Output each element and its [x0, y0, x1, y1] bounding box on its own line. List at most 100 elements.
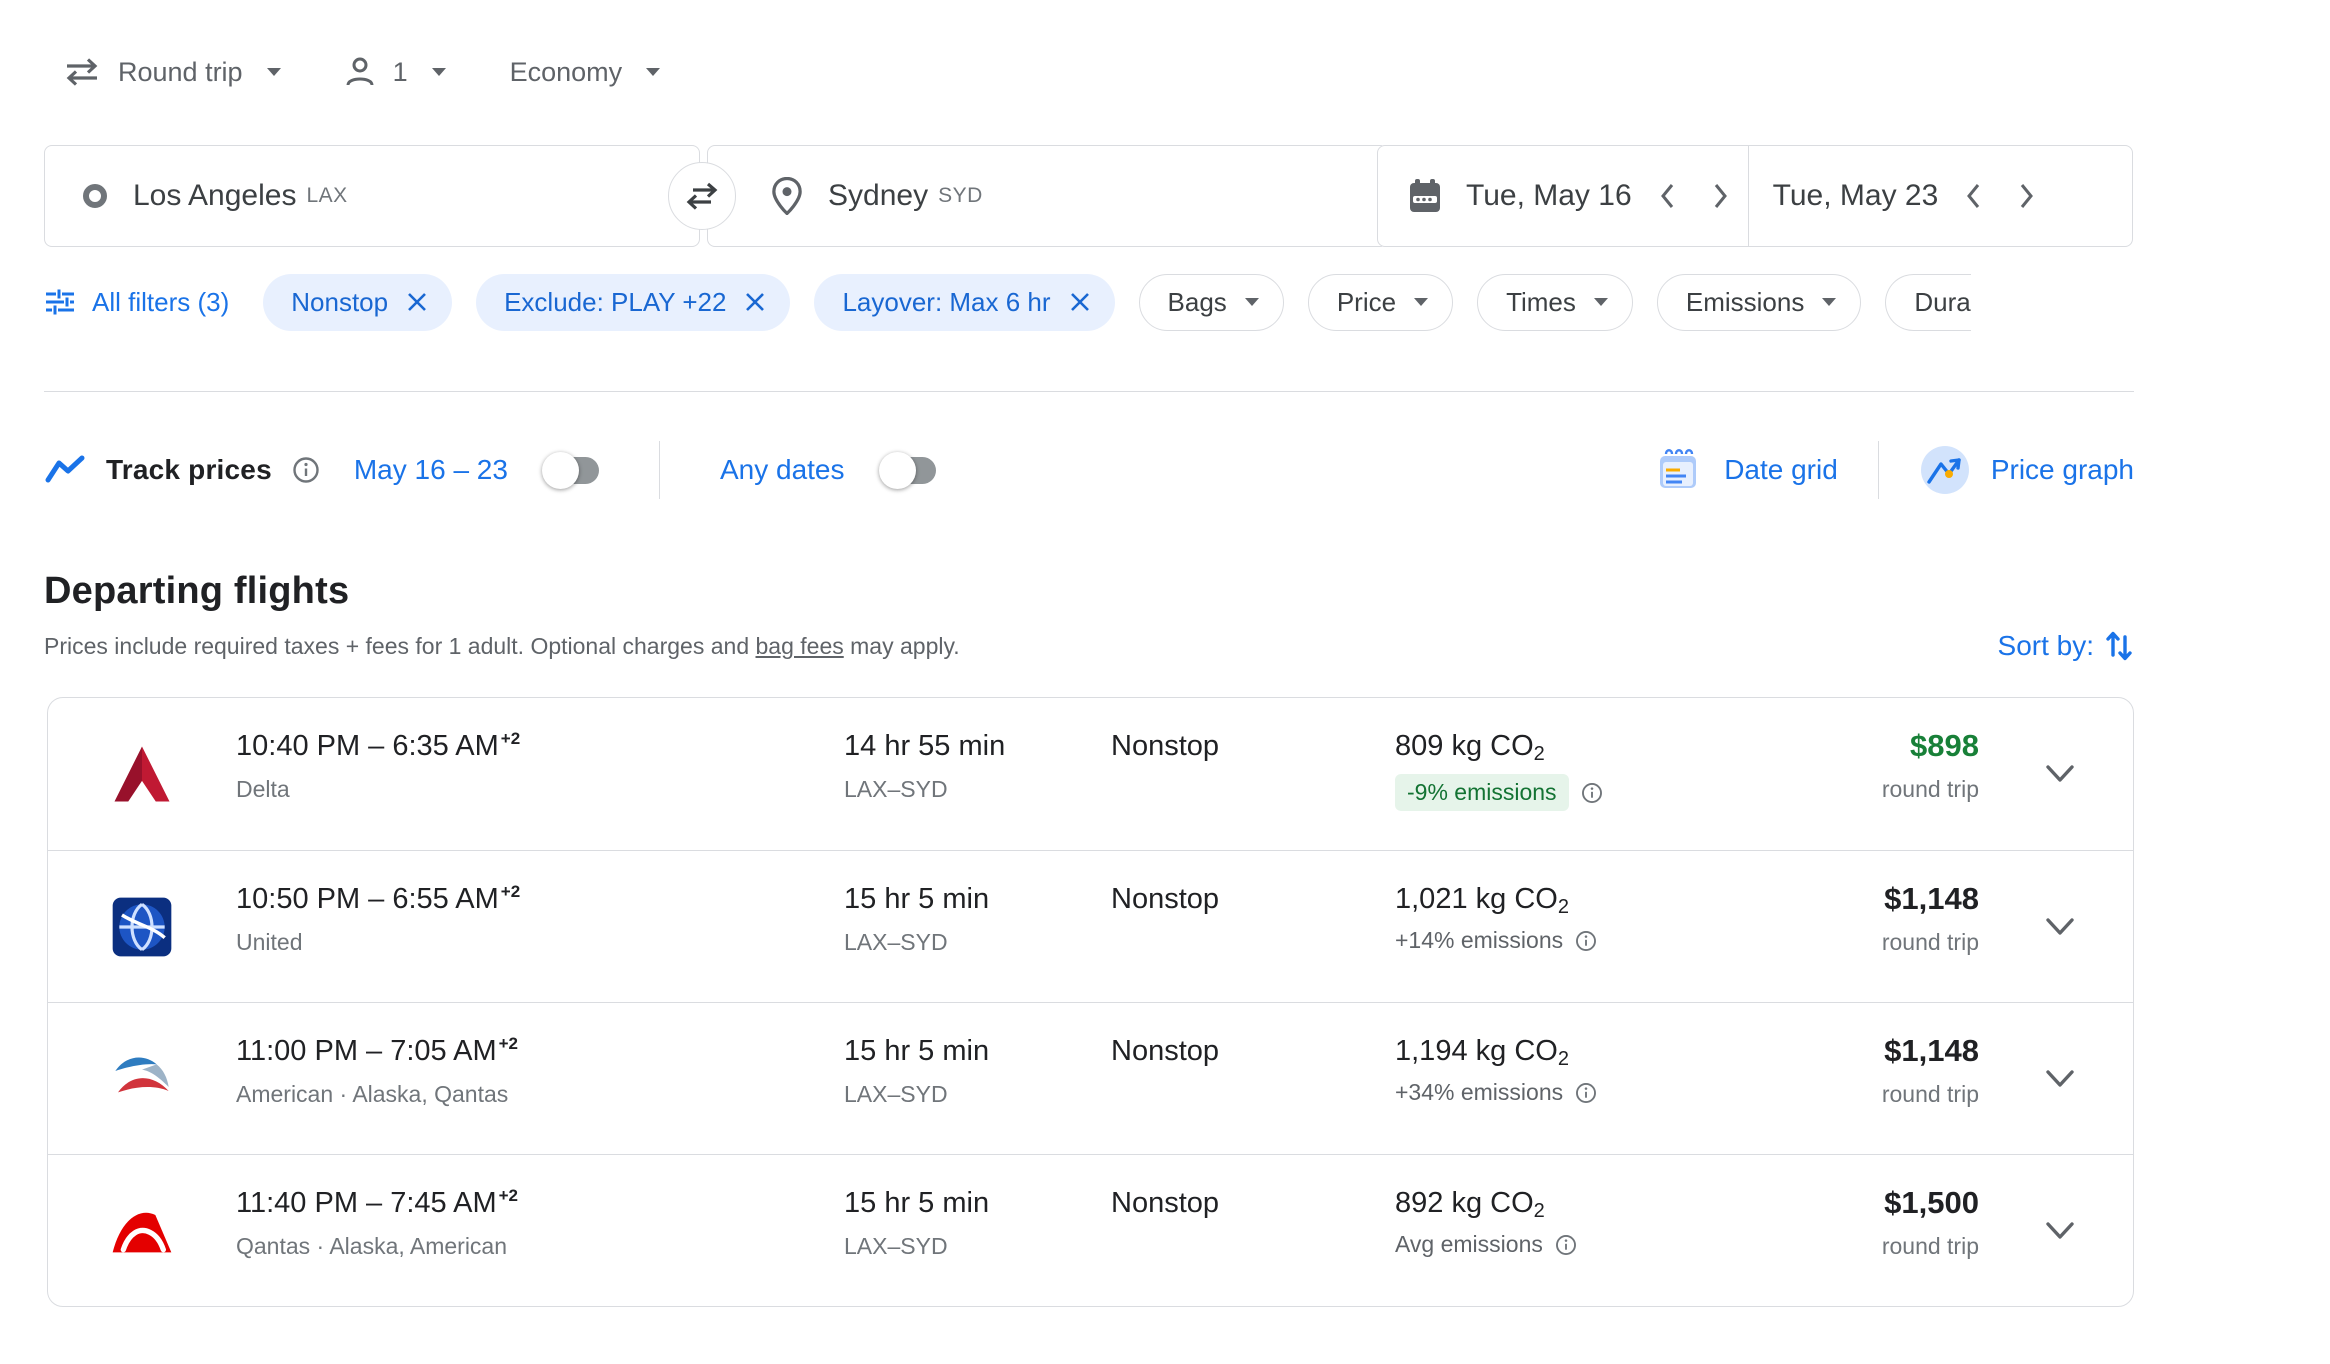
flight-row-united[interactable]: 10:50 PM – 6:55 AM+2 United 15 hr 5 min …: [48, 850, 2133, 1002]
flight-price: $1,500: [1884, 1185, 1979, 1221]
flight-duration: 14 hr 55 min: [844, 730, 1111, 763]
flight-times: 11:40 PM – 7:45 AM: [236, 1187, 497, 1219]
stops-cell: Nonstop: [1111, 851, 1395, 916]
track-prices-label: Track prices: [106, 454, 272, 486]
expand-flight-button[interactable]: [1985, 915, 2134, 939]
info-icon[interactable]: [1575, 930, 1597, 952]
flight-route: LAX–SYD: [844, 1081, 1111, 1108]
chip-label: Times: [1506, 287, 1576, 318]
expand-flight-button[interactable]: [1985, 1067, 2134, 1091]
flight-route: LAX–SYD: [844, 1233, 1111, 1260]
origin-city: Los Angeles: [133, 179, 296, 213]
chevron-down-icon: [267, 68, 281, 76]
co2-amount: 1,194 kg CO: [1395, 1035, 1558, 1067]
arrival-day-offset: +2: [501, 882, 520, 901]
info-icon[interactable]: [1575, 1082, 1597, 1104]
flight-times: 11:00 PM – 7:05 AM: [236, 1035, 497, 1067]
swap-arrows-icon: [685, 180, 719, 212]
any-dates-label[interactable]: Any dates: [720, 454, 845, 486]
filter-chip-times[interactable]: Times: [1477, 274, 1633, 331]
departure-date[interactable]: Tue, May 16: [1466, 179, 1632, 213]
filter-chip-duration[interactable]: Dura: [1885, 274, 1970, 331]
date-grid-icon: [1652, 444, 1704, 496]
price-trend-icon: [44, 454, 86, 486]
emissions-cell: 1,194 kg CO2 +34% emissions: [1395, 1003, 1725, 1106]
emissions-cell: 892 kg CO2 Avg emissions: [1395, 1155, 1725, 1258]
close-icon[interactable]: [744, 291, 766, 313]
date-divider: [1748, 146, 1749, 246]
co2-subscript: 2: [1534, 1200, 1545, 1222]
chip-label: Nonstop: [291, 287, 388, 318]
flight-times: 10:40 PM – 6:35 AM: [236, 730, 499, 762]
airline-names: Qantas · Alaska, American: [236, 1233, 844, 1260]
price-cell: $1,148 round trip: [1725, 1003, 1985, 1108]
person-icon: [345, 56, 375, 88]
flight-duration: 15 hr 5 min: [844, 1187, 1111, 1220]
filter-chip-nonstop[interactable]: Nonstop: [263, 274, 452, 331]
filter-chip-layover[interactable]: Layover: Max 6 hr: [814, 274, 1114, 331]
price-graph-icon: [1919, 444, 1971, 496]
arrival-day-offset: +2: [501, 729, 520, 748]
delta-logo: [48, 741, 236, 807]
origin-field[interactable]: Los Angeles LAX: [44, 145, 700, 247]
track-date-range-label[interactable]: May 16 – 23: [354, 454, 508, 486]
date-grid-button[interactable]: Date grid: [1652, 444, 1838, 496]
info-icon[interactable]: [1555, 1234, 1577, 1256]
airline-names: Delta: [236, 776, 844, 803]
stops-cell: Nonstop: [1111, 1155, 1395, 1220]
flight-row-american[interactable]: 11:00 PM – 7:05 AM+2 American · Alaska, …: [48, 1002, 2133, 1154]
return-date-prev-button[interactable]: [1952, 174, 1996, 218]
cabin-class-dropdown[interactable]: Economy: [510, 57, 661, 88]
expand-flight-button[interactable]: [1985, 1219, 2134, 1243]
destination-field[interactable]: Sydney SYD: [707, 145, 1388, 247]
passenger-dropdown[interactable]: 1: [345, 56, 446, 88]
return-date[interactable]: Tue, May 23: [1773, 179, 1939, 213]
close-icon[interactable]: [1069, 291, 1091, 313]
price-graph-button[interactable]: Price graph: [1919, 444, 2134, 496]
times-cell: 11:00 PM – 7:05 AM+2 American · Alaska, …: [236, 1003, 844, 1108]
price-cell: $898 round trip: [1725, 698, 1985, 803]
google-flights-results-page: Round trip 1 Economy Los Angeles LAX: [0, 0, 2330, 1364]
bag-fees-link[interactable]: bag fees: [756, 633, 844, 659]
emissions-text: +34% emissions: [1395, 1079, 1563, 1106]
origin-code: LAX: [306, 184, 347, 208]
departure-date-prev-button[interactable]: [1646, 174, 1690, 218]
filter-chip-price[interactable]: Price: [1308, 274, 1453, 331]
filter-chip-emissions[interactable]: Emissions: [1657, 274, 1861, 331]
all-filters-button[interactable]: All filters (3): [44, 286, 239, 318]
sort-by-button[interactable]: Sort by:: [1998, 629, 2134, 663]
info-icon[interactable]: [1581, 782, 1603, 804]
flight-row-qantas[interactable]: 11:40 PM – 7:45 AM+2 Qantas · Alaska, Am…: [48, 1154, 2133, 1306]
any-dates-toggle[interactable]: [879, 456, 936, 485]
filter-chip-bags[interactable]: Bags: [1139, 274, 1284, 331]
vertical-divider: [659, 441, 660, 499]
flight-duration: 15 hr 5 min: [844, 1035, 1111, 1068]
filter-chip-exclude-play[interactable]: Exclude: PLAY +22: [476, 274, 790, 331]
chip-label: Emissions: [1686, 287, 1804, 318]
return-date-next-button[interactable]: [2004, 174, 2048, 218]
price-note: round trip: [1882, 776, 1979, 803]
destination-city: Sydney: [828, 179, 928, 213]
departure-date-next-button[interactable]: [1698, 174, 1742, 218]
united-logo: [48, 895, 236, 959]
track-prices-bar: Track prices May 16 – 23 Any dates: [44, 441, 2134, 499]
emissions-cell: 809 kg CO2 -9% emissions: [1395, 698, 1725, 811]
expand-flight-button[interactable]: [1985, 762, 2134, 786]
return-date-section[interactable]: Tue, May 23: [1767, 174, 2049, 218]
chevron-down-icon: [2043, 1067, 2077, 1091]
departure-date-section[interactable]: Tue, May 16: [1408, 174, 1742, 218]
trip-type-dropdown[interactable]: Round trip: [64, 57, 281, 88]
vertical-divider: [1878, 441, 1879, 499]
track-date-range-toggle[interactable]: [542, 456, 599, 485]
subtitle-text: Prices include required taxes + fees for…: [44, 633, 756, 659]
trip-type-label: Round trip: [118, 57, 243, 88]
trip-options-bar: Round trip 1 Economy: [64, 56, 660, 88]
price-note: round trip: [1882, 929, 1979, 956]
swap-origin-destination-button[interactable]: [668, 162, 736, 230]
flight-route: LAX–SYD: [844, 929, 1111, 956]
emissions-badge: -9% emissions: [1395, 774, 1569, 811]
all-filters-label: All filters (3): [92, 287, 229, 318]
close-icon[interactable]: [406, 291, 428, 313]
flight-row-delta[interactable]: 10:40 PM – 6:35 AM+2 Delta 14 hr 55 min …: [48, 698, 2133, 850]
chip-label: Layover: Max 6 hr: [842, 287, 1050, 318]
